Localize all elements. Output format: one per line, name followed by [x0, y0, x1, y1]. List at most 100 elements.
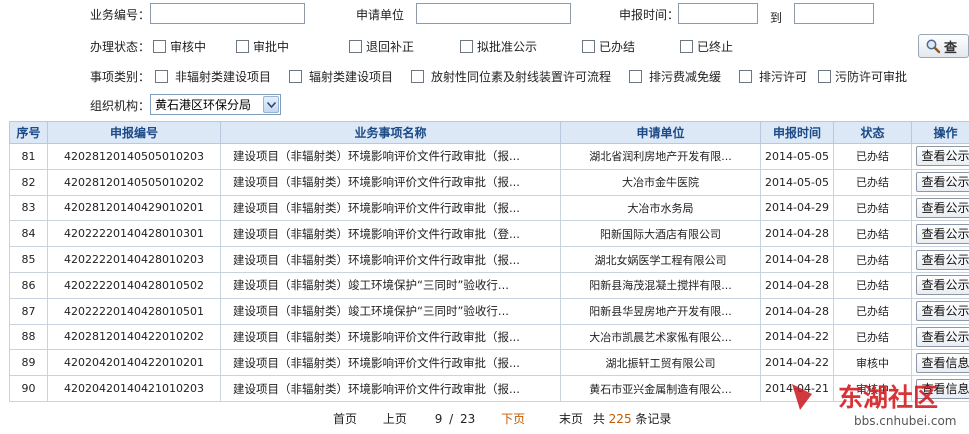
cell-action: 查看公示	[912, 272, 969, 298]
view-detail-button[interactable]: 查看公示	[916, 327, 969, 347]
checkbox[interactable]	[236, 40, 249, 53]
checkbox[interactable]	[739, 70, 752, 83]
cell-report-time: 2014-04-22	[761, 324, 834, 350]
cell-report-time: 2014-04-28	[761, 221, 834, 247]
status-label: 办理状态：	[90, 38, 150, 55]
category-label: 事项类别：	[90, 68, 150, 85]
pager-last-link[interactable]: 末页	[559, 412, 583, 426]
cell-status: 已办结	[834, 272, 912, 298]
end-date-input[interactable]	[794, 3, 874, 24]
cell-index: 86	[10, 272, 48, 298]
cell-index: 88	[10, 324, 48, 350]
cell-action: 查看公示	[912, 144, 969, 170]
status-checkbox-reviewing[interactable]: 审核中	[153, 38, 206, 55]
cell-item-name: 建设项目（非辐射类）环境影响评价文件行政审批（报...	[221, 247, 561, 273]
col-header-report-no: 申报编号	[48, 122, 221, 144]
table-body: 8142028120140505010203建设项目（非辐射类）环境影响评价文件…	[10, 144, 969, 402]
start-date-input[interactable]	[678, 3, 758, 24]
table-row: 8142028120140505010203建设项目（非辐射类）环境影响评价文件…	[10, 144, 969, 170]
cell-applicant: 阳新县华昱房地产开发有限...	[561, 298, 761, 324]
view-detail-button[interactable]: 查看公示	[916, 198, 969, 218]
cell-status: 已办结	[834, 221, 912, 247]
col-header-index: 序号	[10, 122, 48, 144]
view-detail-button[interactable]: 查看公示	[916, 146, 969, 166]
cell-report-time: 2014-04-28	[761, 247, 834, 273]
cell-report-no: 42020420140421010203	[48, 376, 221, 402]
status-checkbox-returned[interactable]: 退回补正	[349, 38, 414, 55]
pager: 首页 上页 9 / 23 下页 末页 共 225 条记录	[333, 410, 671, 427]
applicant-input[interactable]	[416, 3, 571, 24]
view-detail-button[interactable]: 查看公示	[916, 172, 969, 192]
category-checkbox-fee-reduction[interactable]: 排污费减免缓	[629, 68, 721, 85]
search-button[interactable]: 查	[918, 34, 969, 58]
checkbox[interactable]	[818, 70, 831, 83]
cell-applicant: 大冶市水务局	[561, 195, 761, 221]
table-row: 8242028120140505010202建设项目（非辐射类）环境影响评价文件…	[10, 169, 969, 195]
table-row: 8342028120140429010201建设项目（非辐射类）环境影响评价文件…	[10, 195, 969, 221]
cell-report-time: 2014-04-22	[761, 350, 834, 376]
status-checkbox-pending-publicity[interactable]: 拟批准公示	[460, 38, 537, 55]
cell-applicant: 黄石市亚兴金属制造有限公...	[561, 376, 761, 402]
checkbox[interactable]	[155, 70, 168, 83]
col-header-action: 操作	[912, 122, 969, 144]
view-detail-button[interactable]: 查看公示	[916, 301, 969, 321]
applicant-label: 申请单位	[356, 6, 404, 23]
results-table: 序号 申报编号 业务事项名称 申请单位 申报时间 状态 操作 814202812…	[9, 121, 969, 402]
checkbox[interactable]	[289, 70, 302, 83]
checkbox[interactable]	[153, 40, 166, 53]
cell-applicant: 大冶市金牛医院	[561, 169, 761, 195]
cell-applicant: 大冶市凯晨艺术家俬有限公...	[561, 324, 761, 350]
checkbox[interactable]	[680, 40, 693, 53]
cell-action: 查看公示	[912, 169, 969, 195]
cell-applicant: 湖北省润利房地产开发有限...	[561, 144, 761, 170]
pager-next-link[interactable]: 下页	[501, 412, 525, 426]
cell-status: 已办结	[834, 144, 912, 170]
view-detail-button[interactable]: 查看公示	[916, 224, 969, 244]
cell-index: 84	[10, 221, 48, 247]
cell-index: 81	[10, 144, 48, 170]
pager-prev-link[interactable]: 上页	[383, 412, 407, 426]
cell-report-no: 42022220140428010501	[48, 298, 221, 324]
cell-report-time: 2014-04-29	[761, 195, 834, 221]
to-label: 到	[770, 9, 782, 26]
watermark-brand: 东湖社区	[838, 383, 938, 412]
org-select-value: 黄石港区环保分局	[151, 96, 263, 113]
category-checkbox-non-radiation[interactable]: 非辐射类建设项目	[155, 68, 271, 85]
cell-report-no: 42028120140505010203	[48, 144, 221, 170]
view-detail-button[interactable]: 查看公示	[916, 275, 969, 295]
checkbox[interactable]	[411, 70, 424, 83]
cell-report-no: 42028120140429010201	[48, 195, 221, 221]
cell-index: 87	[10, 298, 48, 324]
watermark-logo-icon: 东湖社区 bbs.cnhubei.com	[790, 376, 969, 431]
pager-total-pages: 23	[460, 412, 475, 426]
category-checkbox-radiation[interactable]: 辐射类建设项目	[289, 68, 393, 85]
checkbox[interactable]	[349, 40, 362, 53]
view-detail-button[interactable]: 查看公示	[916, 250, 969, 270]
pager-first-link[interactable]: 首页	[333, 412, 357, 426]
checkbox[interactable]	[629, 70, 642, 83]
view-detail-button[interactable]: 查看信息	[916, 353, 969, 373]
table-row: 8942020420140422010201建设项目（非辐射类）环境影响评价文件…	[10, 350, 969, 376]
cell-report-no: 42028120140505010202	[48, 169, 221, 195]
org-select[interactable]: 黄石港区环保分局	[150, 94, 281, 115]
category-checkbox-isotope[interactable]: 放射性同位素及射线装置许可流程	[411, 68, 611, 85]
table-row: 8442022220140428010301建设项目（非辐射类）环境影响评价文件…	[10, 221, 969, 247]
cell-index: 90	[10, 376, 48, 402]
status-checkbox-approving[interactable]: 审批中	[236, 38, 289, 55]
cell-item-name: 建设项目（非辐射类）环境影响评价文件行政审批（报...	[221, 144, 561, 170]
status-checkbox-terminated[interactable]: 已终止	[680, 38, 733, 55]
status-checkbox-done[interactable]: 已办结	[582, 38, 635, 55]
chevron-down-icon[interactable]	[263, 96, 279, 113]
cell-status: 审核中	[834, 350, 912, 376]
business-no-input[interactable]	[150, 3, 305, 24]
checkbox[interactable]	[460, 40, 473, 53]
checkbox[interactable]	[582, 40, 595, 53]
cell-report-time: 2014-04-28	[761, 298, 834, 324]
cell-status: 已办结	[834, 195, 912, 221]
cell-status: 已办结	[834, 298, 912, 324]
cell-report-no: 42022220140428010502	[48, 272, 221, 298]
cell-report-no: 42020420140422010201	[48, 350, 221, 376]
category-checkbox-discharge-permit[interactable]: 排污许可	[739, 68, 807, 85]
cell-report-time: 2014-04-28	[761, 272, 834, 298]
category-checkbox-pollution-permit[interactable]: 污防许可审批	[818, 68, 907, 85]
